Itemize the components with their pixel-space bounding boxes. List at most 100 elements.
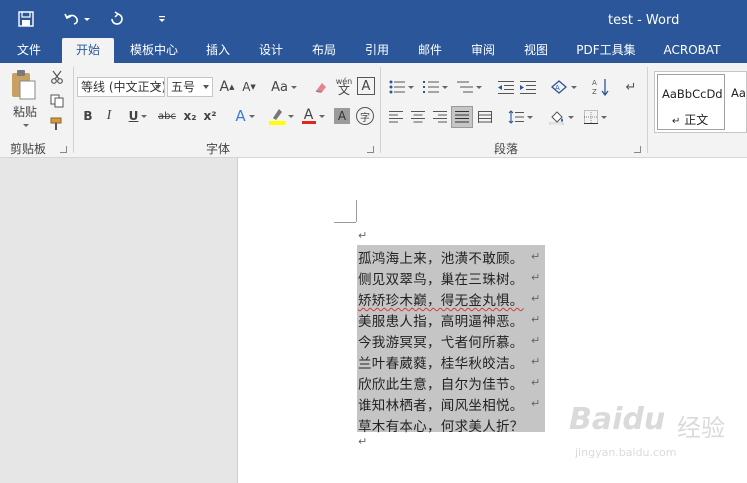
grow-font-button[interactable]: A ▲: [217, 77, 237, 97]
font-size-value: 五号: [171, 80, 196, 94]
paragraph-mark: ↵: [358, 435, 368, 448]
poem-line[interactable]: 欣欣此生意，自尔为佳节。: [358, 373, 524, 394]
poem-line[interactable]: 谁知林栖者，闻风坐相悦。: [358, 394, 524, 415]
font-color-button[interactable]: A: [299, 106, 327, 126]
crop-mark: [356, 200, 357, 222]
poem-line[interactable]: 草木有本心，何求美人折？: [358, 415, 524, 436]
underline-button[interactable]: U: [121, 106, 155, 126]
borders-icon[interactable]: [580, 107, 610, 127]
clipboard-launcher-icon[interactable]: [60, 146, 67, 153]
tab-layout[interactable]: 布局: [302, 38, 346, 63]
enclose-characters-button[interactable]: 字: [356, 107, 374, 125]
align-center-icon[interactable]: [408, 107, 428, 127]
font-size-combo[interactable]: 五号: [167, 77, 213, 97]
clear-formatting-icon[interactable]: [311, 77, 331, 97]
justify-icon[interactable]: [451, 106, 473, 128]
strikethrough-button[interactable]: abc: [156, 106, 178, 126]
paragraph-mark: ↵: [358, 229, 368, 242]
paste-button[interactable]: 粘贴: [6, 103, 44, 119]
tab-view[interactable]: 视图: [514, 38, 558, 63]
change-case-button[interactable]: Aa: [267, 77, 301, 97]
svg-text:A: A: [555, 84, 560, 92]
paragraph-mark: ↵: [531, 271, 541, 284]
character-border-button[interactable]: A: [357, 77, 375, 95]
title-bar: test - Word: [0, 0, 747, 38]
poem-line[interactable]: 矫矫珍木巅，得无金丸惧。: [358, 289, 524, 310]
numbering-icon[interactable]: [420, 77, 450, 97]
window-title: test - Word: [608, 13, 680, 28]
change-case-icon: Aa: [271, 79, 288, 95]
svg-text:Z: Z: [592, 88, 597, 96]
font-name-value: 等线 (中文正文): [81, 80, 165, 94]
poem-line[interactable]: 侧见双翠鸟，巢在三珠树。: [358, 268, 524, 289]
tab-pdf-tools[interactable]: PDF工具集: [569, 38, 643, 63]
align-left-icon[interactable]: [386, 107, 406, 127]
ribbon-tabs: 文件 开始 模板中心 插入 设计 布局 引用 邮件 审阅 视图 PDF工具集 A…: [0, 38, 747, 63]
shrink-font-button[interactable]: A ▼: [239, 77, 259, 97]
tab-references[interactable]: 引用: [355, 38, 399, 63]
style-next-preview[interactable]: Aa: [731, 86, 746, 100]
italic-button[interactable]: I: [100, 106, 118, 126]
style-normal[interactable]: AaBbCcDd ↵ 正文: [657, 74, 725, 130]
align-right-icon[interactable]: [430, 107, 450, 127]
paragraph-mark: ↵: [531, 397, 541, 410]
paste-icon[interactable]: [6, 67, 40, 103]
svg-text:A: A: [592, 79, 597, 87]
redo-icon[interactable]: [105, 8, 129, 30]
increase-indent-icon[interactable]: [518, 77, 538, 97]
paste-dropdown-icon[interactable]: [18, 121, 30, 129]
phonetic-guide-button[interactable]: wén 文: [333, 75, 355, 97]
poem-line[interactable]: 美服患人指，高明逼神恶。: [358, 310, 524, 331]
save-icon[interactable]: [14, 8, 38, 30]
format-painter-icon[interactable]: [46, 114, 68, 134]
multilevel-list-icon[interactable]: [454, 77, 484, 97]
paragraph-group-label: 段落: [494, 142, 519, 156]
line-spacing-icon[interactable]: [504, 107, 536, 127]
poem-line[interactable]: 今我游冥冥，弋者何所慕。: [358, 331, 524, 352]
superscript-button[interactable]: x²: [201, 106, 219, 126]
copy-icon[interactable]: [46, 91, 68, 111]
character-shading-button[interactable]: A: [334, 108, 350, 124]
shrink-font-icon: A: [242, 80, 251, 94]
watermark-brand-cn: 经验: [677, 414, 725, 442]
distributed-icon[interactable]: [475, 107, 495, 127]
show-marks-icon[interactable]: ↵: [622, 77, 640, 97]
paragraph-mark: ↵: [531, 313, 541, 326]
font-name-combo[interactable]: 等线 (中文正文): [77, 77, 165, 97]
highlight-button[interactable]: [265, 106, 297, 126]
undo-icon[interactable]: [58, 8, 94, 30]
tab-insert[interactable]: 插入: [196, 38, 240, 63]
tab-design[interactable]: 设计: [249, 38, 293, 63]
font-launcher-icon[interactable]: [367, 146, 374, 153]
text-effects-button[interactable]: A: [231, 106, 259, 126]
chinese-layout-icon[interactable]: A: [548, 77, 578, 97]
paragraph-mark: ↵: [531, 292, 541, 305]
paragraph-mark: ↵: [531, 376, 541, 389]
poem-line[interactable]: 孤鸿海上来，池潢不敢顾。: [358, 247, 524, 268]
poem-line[interactable]: 兰叶春葳蕤，桂华秋皎洁。: [358, 352, 524, 373]
customize-icon[interactable]: [150, 8, 174, 30]
tab-templates[interactable]: 模板中心: [124, 38, 184, 63]
group-divider: [380, 67, 381, 153]
tab-review[interactable]: 审阅: [461, 38, 505, 63]
paragraph-mark: ↵: [531, 355, 541, 368]
bold-button[interactable]: B: [79, 106, 97, 126]
style-normal-label: ↵ 正文: [672, 113, 709, 127]
clipboard-group-label: 剪贴板: [10, 142, 47, 156]
paragraph-launcher-icon[interactable]: [634, 146, 641, 153]
tab-home[interactable]: 开始: [62, 38, 114, 63]
tab-acrobat[interactable]: ACROBAT: [656, 38, 728, 63]
subscript-button[interactable]: x₂: [181, 106, 199, 126]
ribbon: 粘贴 剪贴板 等线 (中文正文) 五号 A ▲ A ▼ Aa wén 文 A B I …: [0, 63, 747, 158]
tab-file[interactable]: 文件: [6, 38, 52, 63]
paragraph-shading-icon[interactable]: [546, 107, 576, 127]
tab-mailings[interactable]: 邮件: [408, 38, 452, 63]
watermark-brand: Baidu: [569, 402, 666, 437]
styles-gallery: AaBbCcDd ↵ 正文 Aa: [654, 71, 747, 133]
paragraph-mark: ↵: [531, 250, 541, 263]
cut-icon[interactable]: [46, 67, 68, 87]
grow-font-icon: A: [219, 79, 230, 95]
bullets-icon[interactable]: [386, 77, 416, 97]
sort-icon[interactable]: AZ: [590, 75, 612, 99]
decrease-indent-icon[interactable]: [496, 77, 516, 97]
